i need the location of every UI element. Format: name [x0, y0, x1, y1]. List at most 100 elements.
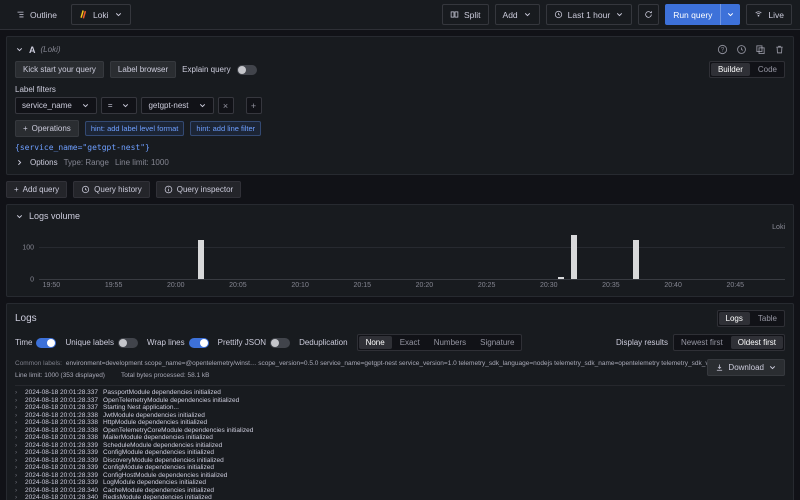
log-row[interactable]: › 2024-08-18 20:01:28.339 LogModule depend…	[15, 479, 785, 487]
expand-row-icon[interactable]: ›	[15, 427, 20, 435]
expand-row-icon[interactable]: ›	[15, 419, 20, 427]
oldest-first-option[interactable]: Oldest first	[730, 336, 783, 349]
split-button[interactable]: Split	[441, 4, 489, 25]
filter-label-select[interactable]: service_name	[15, 97, 97, 114]
chart-legend[interactable]: Loki	[15, 223, 785, 232]
y-axis-label: 100	[22, 244, 34, 252]
remove-filter-button[interactable]: ×	[217, 97, 234, 114]
query-options-row[interactable]: Options Type: Range Line limit: 1000	[15, 158, 785, 167]
logs-volume-panel: Logs volume Loki 0 100 19:50 19:55 20:00 20:…	[6, 204, 794, 297]
numbers-option[interactable]: Numbers	[427, 336, 473, 349]
query-hint[interactable]: hint: add line filter	[190, 121, 262, 136]
query-history-icon-button[interactable]	[736, 44, 747, 55]
query-hint[interactable]: hint: add label level format	[84, 121, 185, 136]
builder-option[interactable]: Builder	[710, 63, 750, 76]
expand-row-icon[interactable]: ›	[15, 397, 20, 405]
unique-labels-toggle[interactable]	[117, 337, 138, 348]
prettify-json-label: Prettify JSON	[217, 338, 267, 347]
log-row[interactable]: › 2024-08-18 20:01:28.339 DiscoveryModule …	[15, 457, 785, 465]
copy-icon	[756, 45, 765, 54]
log-row[interactable]: › 2024-08-18 20:01:28.340 CacheModule depe…	[15, 487, 785, 495]
add-query-button[interactable]: + Add query	[6, 181, 68, 198]
query-history-label: Query history	[94, 185, 142, 194]
query-inspector-button[interactable]: Query inspector	[155, 181, 242, 198]
log-row[interactable]: › 2024-08-18 20:01:28.339 ConfigModule dep…	[15, 464, 785, 472]
run-query-interval-dropdown[interactable]	[720, 4, 741, 25]
signature-option[interactable]: Signature	[473, 336, 521, 349]
log-row[interactable]: › 2024-08-18 20:01:28.338 MailerModule dep…	[15, 434, 785, 442]
outline-button[interactable]: Outline	[8, 4, 65, 25]
x-axis-label: 19:50	[42, 282, 61, 289]
logs-volume-title: Logs volume	[29, 211, 81, 221]
log-message: HttpModule dependencies initialized	[103, 419, 208, 426]
log-row[interactable]: › 2024-08-18 20:01:28.337 PassportModule d…	[15, 389, 785, 397]
log-row[interactable]: › 2024-08-18 20:01:28.340 RedisModule depe…	[15, 494, 785, 500]
wrap-lines-toggle[interactable]	[188, 337, 209, 348]
expand-row-icon[interactable]: ›	[15, 442, 20, 450]
query-history-button[interactable]: Query history	[73, 181, 150, 198]
log-message: ConfigHostModule dependencies initialize…	[103, 471, 228, 479]
log-message: DiscoveryModule dependencies initialized	[103, 456, 224, 464]
newest-first-option[interactable]: Newest first	[674, 336, 730, 349]
expand-row-icon[interactable]: ›	[15, 412, 20, 420]
run-query-button[interactable]: Run query	[665, 4, 721, 25]
expand-row-icon[interactable]: ›	[15, 389, 20, 397]
collapse-query-icon[interactable]	[15, 45, 24, 54]
table-option[interactable]: Table	[751, 312, 784, 325]
add-operation-button[interactable]: + Operations	[15, 120, 79, 137]
log-message: JwtModule dependencies initialized	[103, 411, 205, 419]
x-axis-label: 20:05	[229, 282, 247, 289]
expand-row-icon[interactable]: ›	[15, 479, 20, 487]
kick-start-query-button[interactable]: Kick start your query	[15, 61, 104, 78]
download-button[interactable]: Download	[707, 359, 785, 376]
add-dropdown-button[interactable]: Add	[494, 4, 540, 25]
explain-query-toggle[interactable]	[236, 64, 257, 75]
sync-time-button[interactable]	[638, 4, 660, 25]
log-row[interactable]: › 2024-08-18 20:01:28.337 OpenTelemetryMod…	[15, 397, 785, 405]
log-row[interactable]: › 2024-08-18 20:01:28.338 HttpModule depen…	[15, 419, 785, 427]
expand-row-icon[interactable]: ›	[15, 494, 20, 500]
live-button[interactable]: Live	[746, 4, 792, 25]
exact-option[interactable]: Exact	[393, 336, 427, 349]
display-results-label: Display results	[615, 338, 668, 347]
log-timestamp: 2024-08-18 20:01:28.339	[25, 464, 99, 471]
chevron-down-icon	[115, 13, 121, 17]
filter-operator-select[interactable]: =	[100, 97, 138, 114]
duplicate-query-button[interactable]	[755, 44, 766, 55]
time-toggle[interactable]	[36, 337, 57, 348]
expand-row-icon[interactable]: ›	[15, 472, 20, 480]
logs-volume-header[interactable]: Logs volume	[15, 209, 785, 223]
logs-controls: Time Unique labels Wrap lines Prettify JSON…	[15, 334, 785, 351]
log-timestamp: 2024-08-18 20:01:28.339	[25, 471, 99, 479]
expand-row-icon[interactable]: ›	[15, 404, 20, 412]
logs-option[interactable]: Logs	[718, 312, 750, 325]
wrap-lines-control: Wrap lines	[147, 337, 209, 348]
datasource-picker[interactable]: Loki	[70, 4, 131, 25]
log-row[interactable]: › 2024-08-18 20:01:28.339 ConfigHostModule…	[15, 472, 785, 480]
remove-query-button[interactable]	[774, 44, 785, 55]
log-row[interactable]: › 2024-08-18 20:01:28.338 OpenTelemetryCor…	[15, 427, 785, 435]
log-row[interactable]: › 2024-08-18 20:01:28.337 Starting Nest ap…	[15, 404, 785, 412]
x-axis-label: 20:10	[291, 282, 309, 289]
filter-value-select[interactable]: getgpt-nest	[141, 97, 214, 114]
expand-row-icon[interactable]: ›	[15, 464, 20, 472]
log-row[interactable]: › 2024-08-18 20:01:28.338 JwtModule depend…	[15, 412, 785, 420]
none-option[interactable]: None	[358, 336, 392, 349]
code-option[interactable]: Code	[751, 63, 784, 76]
log-message: CacheModule dependencies initialized	[103, 486, 214, 494]
expand-row-icon[interactable]: ›	[15, 449, 20, 457]
log-row[interactable]: › 2024-08-18 20:01:28.339 ScheduleModule d…	[15, 442, 785, 450]
query-datasource-hint: (Loki)	[40, 45, 61, 54]
expand-row-icon[interactable]: ›	[15, 487, 20, 495]
chart-plot-area[interactable]	[39, 232, 785, 280]
prettify-json-toggle[interactable]	[270, 337, 291, 348]
expand-row-icon[interactable]: ›	[15, 457, 20, 465]
log-row[interactable]: › 2024-08-18 20:01:28.339 ConfigModule dep…	[15, 449, 785, 457]
datasource-help-button[interactable]: ?	[717, 44, 728, 55]
log-message: Starting Nest application...	[103, 404, 179, 411]
unique-labels-label: Unique labels	[65, 338, 114, 347]
add-label-filter-button[interactable]: +	[245, 97, 262, 114]
time-range-picker[interactable]: Last 1 hour	[545, 4, 633, 25]
label-browser-button[interactable]: Label browser	[109, 61, 177, 78]
expand-row-icon[interactable]: ›	[15, 434, 20, 442]
